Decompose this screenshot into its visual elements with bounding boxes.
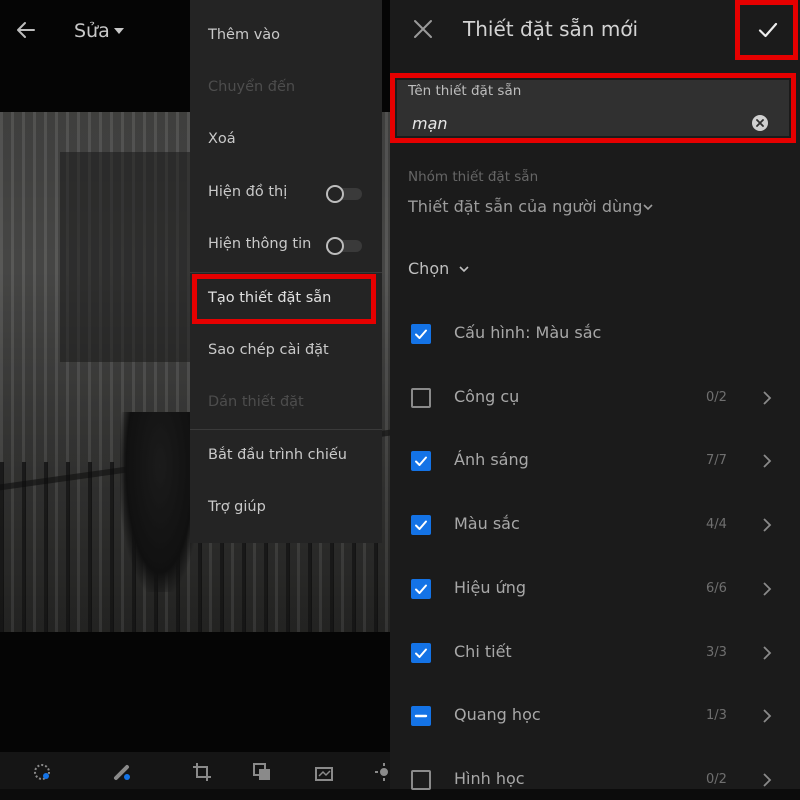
menu-item-delete[interactable]: Xoá xyxy=(208,131,236,147)
menu-item-show-histogram[interactable]: Hiện đồ thị xyxy=(208,184,287,200)
checkmark-icon xyxy=(415,584,427,594)
checkmark-icon xyxy=(415,456,427,467)
menu-item-paste-settings: Dán thiết đặt xyxy=(208,394,304,410)
overflow-menu: Thêm vào Chuyển đến Xoá Hiện đồ thị Hiện… xyxy=(190,0,382,543)
chevron-down-icon[interactable] xyxy=(114,28,124,34)
menu-item-start-slideshow[interactable]: Bắt đầu trình chiếu xyxy=(208,447,347,463)
close-icon[interactable] xyxy=(412,18,434,40)
choose-dropdown[interactable]: Chọn xyxy=(408,259,449,278)
option-row[interactable]: Hình học 0/2 xyxy=(390,760,800,800)
option-row[interactable]: Cấu hình: Màu sắc xyxy=(390,314,800,354)
preset-group-select[interactable]: Thiết đặt sẵn của người dùng xyxy=(408,197,642,216)
layers-icon[interactable] xyxy=(252,762,272,782)
highlight-box-create-preset xyxy=(192,274,376,324)
histogram-toggle[interactable] xyxy=(326,185,362,203)
minus-icon xyxy=(414,714,428,718)
option-row[interactable]: Chi tiết 3/3 xyxy=(390,633,800,673)
option-checkbox[interactable] xyxy=(411,387,431,408)
option-label: Công cụ xyxy=(454,386,520,406)
toggle-knob xyxy=(326,237,344,255)
option-label: Hiệu ứng xyxy=(454,577,526,597)
back-arrow-icon[interactable] xyxy=(14,18,38,42)
chevron-right-icon[interactable] xyxy=(762,453,772,469)
menu-divider xyxy=(190,272,382,273)
option-checkbox[interactable] xyxy=(411,769,431,790)
option-count: 3/3 xyxy=(706,644,727,660)
highlight-box-name-field xyxy=(390,73,796,143)
option-count: 1/3 xyxy=(706,708,727,724)
menu-divider xyxy=(190,429,382,430)
chevron-right-icon[interactable] xyxy=(762,581,772,597)
option-count: 6/6 xyxy=(706,580,727,596)
option-label: Hình học xyxy=(454,768,525,788)
option-checkbox[interactable] xyxy=(411,324,431,344)
option-count: 0/2 xyxy=(706,771,727,787)
preset-group-label: Nhóm thiết đặt sẵn xyxy=(408,169,539,185)
chevron-down-icon[interactable] xyxy=(643,203,653,211)
option-checkbox[interactable] xyxy=(411,451,431,472)
checkmark-icon xyxy=(415,329,427,339)
edit-mode-title[interactable]: Sửa xyxy=(74,20,110,42)
option-checkbox[interactable] xyxy=(411,706,431,727)
menu-item-add[interactable]: Thêm vào xyxy=(208,27,280,43)
chevron-right-icon[interactable] xyxy=(762,517,772,533)
option-label: Ánh sáng xyxy=(454,450,529,470)
option-count: 4/4 xyxy=(706,517,727,533)
option-label: Cấu hình: Màu sắc xyxy=(454,323,602,342)
menu-item-move: Chuyển đến xyxy=(208,79,296,95)
option-count: 7/7 xyxy=(706,453,727,469)
option-label: Quang học xyxy=(454,705,541,725)
option-label: Màu sắc xyxy=(454,514,520,534)
panel-title: Thiết đặt sẵn mới xyxy=(463,17,639,41)
highlight-box-confirm xyxy=(735,0,798,60)
option-checkbox[interactable] xyxy=(411,578,431,599)
auto-icon[interactable] xyxy=(32,762,52,782)
chevron-right-icon[interactable] xyxy=(762,645,772,661)
menu-item-help[interactable]: Trợ giúp xyxy=(208,499,266,515)
chevron-down-icon[interactable] xyxy=(459,265,469,273)
option-row[interactable]: Công cụ 0/2 xyxy=(390,378,800,418)
checkmark-icon xyxy=(415,648,427,658)
chevron-right-icon[interactable] xyxy=(762,390,772,406)
checkmark-icon xyxy=(415,520,427,531)
menu-item-show-info[interactable]: Hiện thông tin xyxy=(208,236,311,252)
chevron-right-icon[interactable] xyxy=(762,772,772,788)
healing-brush-icon[interactable] xyxy=(112,762,132,782)
option-checkbox[interactable] xyxy=(411,642,431,663)
toggle-knob xyxy=(326,185,344,203)
option-count: 0/2 xyxy=(706,389,727,405)
info-toggle[interactable] xyxy=(326,237,362,255)
option-row[interactable]: Hiệu ứng 6/6 xyxy=(390,569,800,609)
crop-icon[interactable] xyxy=(192,762,212,782)
presets-icon[interactable] xyxy=(314,762,334,782)
option-row[interactable]: Quang học 1/3 xyxy=(390,696,800,736)
chevron-right-icon[interactable] xyxy=(762,708,772,724)
option-label: Chi tiết xyxy=(454,641,512,661)
option-row[interactable]: Màu sắc 4/4 xyxy=(390,505,800,545)
option-checkbox[interactable] xyxy=(411,515,431,536)
option-row[interactable]: Ánh sáng 7/7 xyxy=(390,441,800,481)
menu-item-copy-settings[interactable]: Sao chép cài đặt xyxy=(208,342,329,358)
